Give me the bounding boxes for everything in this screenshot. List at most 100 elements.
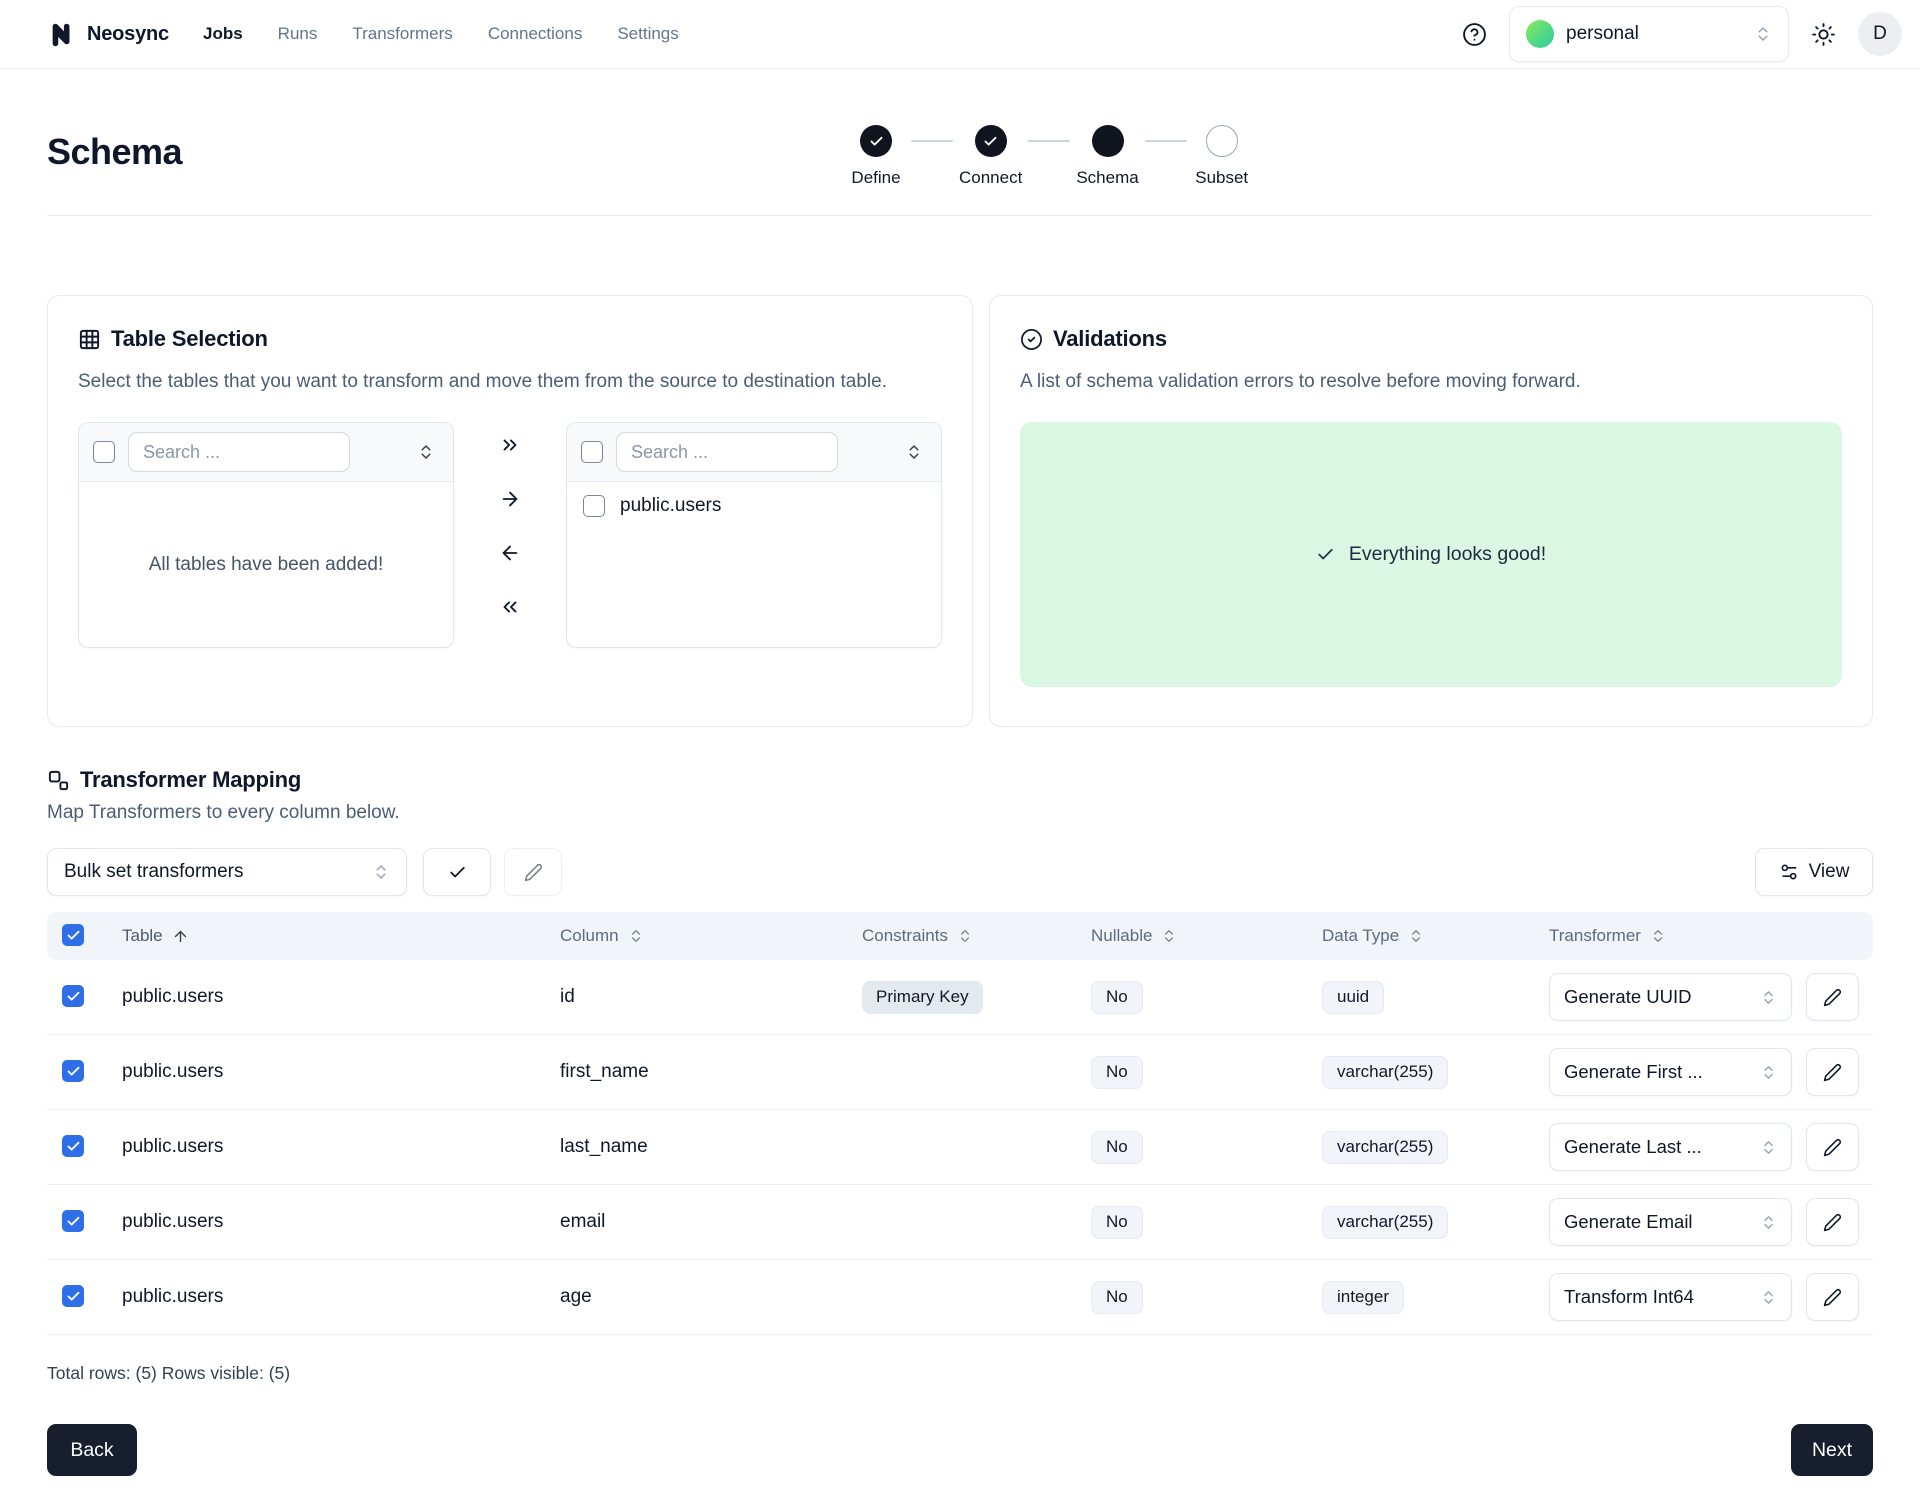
move-all-left-button[interactable] (497, 594, 523, 620)
edit-transformer-button[interactable] (1806, 1048, 1859, 1096)
destination-sort-button[interactable] (905, 443, 923, 461)
destination-search-input[interactable] (616, 432, 838, 472)
mapping-controls: Bulk set transformers View (47, 848, 1873, 896)
mapping-icon (47, 769, 70, 792)
wizard-actions: Back Next (47, 1424, 1873, 1476)
apply-bulk-button[interactable] (423, 848, 491, 896)
column-header-nullable[interactable]: Nullable (1091, 926, 1322, 946)
nav-link-jobs[interactable]: Jobs (203, 24, 243, 44)
column-header-transformer[interactable]: Transformer (1549, 926, 1873, 946)
back-button[interactable]: Back (47, 1424, 137, 1476)
move-all-right-button[interactable] (497, 432, 523, 458)
row-checkbox[interactable] (62, 1060, 84, 1082)
theme-toggle-button[interactable] (1811, 22, 1836, 47)
table-item-label: public.users (620, 495, 721, 517)
select-all-rows-checkbox[interactable] (62, 924, 84, 946)
bulk-edit-button[interactable] (504, 848, 562, 896)
pencil-icon (1823, 1213, 1842, 1232)
chevrons-up-down-icon (417, 443, 435, 461)
edit-transformer-button[interactable] (1806, 973, 1859, 1021)
step-schema[interactable]: Schema (1076, 125, 1138, 188)
transformer-select-value: Generate Email (1564, 1211, 1693, 1233)
source-select-all-checkbox[interactable] (93, 441, 115, 463)
transformer-select[interactable]: Generate First ... (1549, 1048, 1792, 1096)
chevrons-up-down-icon (905, 443, 923, 461)
transformer-select[interactable]: Generate Last ... (1549, 1123, 1792, 1171)
source-table-list: All tables have been added! (78, 422, 454, 648)
chevrons-up-down-icon (372, 863, 390, 881)
row-checkbox[interactable] (62, 1135, 84, 1157)
row-column-name: first_name (560, 1061, 862, 1083)
chevrons-up-down-icon (1760, 1214, 1777, 1231)
data-type-badge: varchar(255) (1322, 1056, 1448, 1089)
step-connector (1145, 140, 1187, 142)
move-left-button[interactable] (497, 540, 523, 566)
data-type-badge: uuid (1322, 981, 1384, 1014)
neosync-logo-icon (47, 19, 77, 49)
row-checkbox[interactable] (62, 985, 84, 1007)
chevrons-up-down-icon (628, 928, 644, 944)
table-row: public.users age No integer Transform In… (47, 1260, 1873, 1335)
transformer-select-value: Generate UUID (1564, 986, 1692, 1008)
table-selection-description: Select the tables that you want to trans… (78, 368, 918, 396)
brand[interactable]: Neosync (47, 19, 169, 49)
row-column-name: id (560, 986, 862, 1008)
nullable-badge: No (1091, 1206, 1143, 1239)
row-column-name: last_name (560, 1136, 862, 1158)
move-right-button[interactable] (497, 486, 523, 512)
nav-link-transformers[interactable]: Transformers (352, 24, 452, 44)
brand-name: Neosync (87, 23, 169, 46)
page-header: Schema Define Connect Schema (47, 69, 1873, 216)
account-switcher[interactable]: personal (1509, 6, 1789, 62)
transformer-select[interactable]: Transform Int64 (1549, 1273, 1792, 1321)
transformer-mapping-subtitle: Map Transformers to every column below. (47, 802, 1873, 824)
column-header-label: Table (122, 926, 163, 946)
mapping-table-header: Table Column Constraints (47, 912, 1873, 960)
edit-transformer-button[interactable] (1806, 1273, 1859, 1321)
transformer-mapping-section: Transformer Mapping Map Transformers to … (47, 767, 1873, 1384)
dual-listbox: All tables have been added! (78, 422, 942, 648)
transfer-controls (454, 422, 566, 648)
row-checkbox[interactable] (62, 1210, 84, 1232)
help-button[interactable] (1462, 22, 1487, 47)
nav-link-settings[interactable]: Settings (617, 24, 678, 44)
row-checkbox[interactable] (62, 1285, 84, 1307)
row-table-name: public.users (122, 1136, 560, 1158)
step-current-icon (1092, 125, 1124, 157)
column-header-table[interactable]: Table (122, 926, 560, 946)
view-button[interactable]: View (1755, 848, 1873, 896)
nullable-badge: No (1091, 1056, 1143, 1089)
user-avatar[interactable]: D (1858, 12, 1902, 56)
column-header-constraints[interactable]: Constraints (862, 926, 1091, 946)
sliders-icon (1779, 862, 1799, 882)
next-button[interactable]: Next (1791, 1424, 1873, 1476)
source-sort-button[interactable] (417, 443, 435, 461)
table-item-checkbox[interactable] (583, 495, 605, 517)
transformer-select[interactable]: Generate UUID (1549, 973, 1792, 1021)
pencil-icon (1823, 988, 1842, 1007)
bulk-set-transformers-select[interactable]: Bulk set transformers (47, 848, 407, 896)
constraint-badge: Primary Key (862, 981, 983, 1014)
step-subset[interactable]: Subset (1193, 125, 1251, 188)
row-column-name: age (560, 1286, 862, 1308)
step-define[interactable]: Define (847, 125, 905, 188)
nav-link-connections[interactable]: Connections (488, 24, 583, 44)
destination-select-all-checkbox[interactable] (581, 441, 603, 463)
step-connect[interactable]: Connect (959, 125, 1022, 188)
transformer-select[interactable]: Generate Email (1549, 1198, 1792, 1246)
top-navbar: Neosync Jobs Runs Transformers Connectio… (0, 0, 1920, 69)
navbar-right: personal D (1462, 6, 1902, 62)
edit-transformer-button[interactable] (1806, 1198, 1859, 1246)
table-row: public.users id Primary Key No uuid Gene… (47, 960, 1873, 1035)
source-search-input[interactable] (128, 432, 350, 472)
column-header-column[interactable]: Column (560, 926, 862, 946)
column-header-data-type[interactable]: Data Type (1322, 926, 1549, 946)
row-column-name: email (560, 1211, 862, 1233)
nav-link-runs[interactable]: Runs (278, 24, 318, 44)
edit-transformer-button[interactable] (1806, 1123, 1859, 1171)
main-nav: Jobs Runs Transformers Connections Setti… (203, 24, 679, 44)
step-label: Schema (1076, 168, 1138, 188)
source-empty-message: All tables have been added! (79, 482, 453, 647)
pencil-icon (1823, 1288, 1842, 1307)
mapping-table-body: public.users id Primary Key No uuid Gene… (47, 960, 1873, 1335)
